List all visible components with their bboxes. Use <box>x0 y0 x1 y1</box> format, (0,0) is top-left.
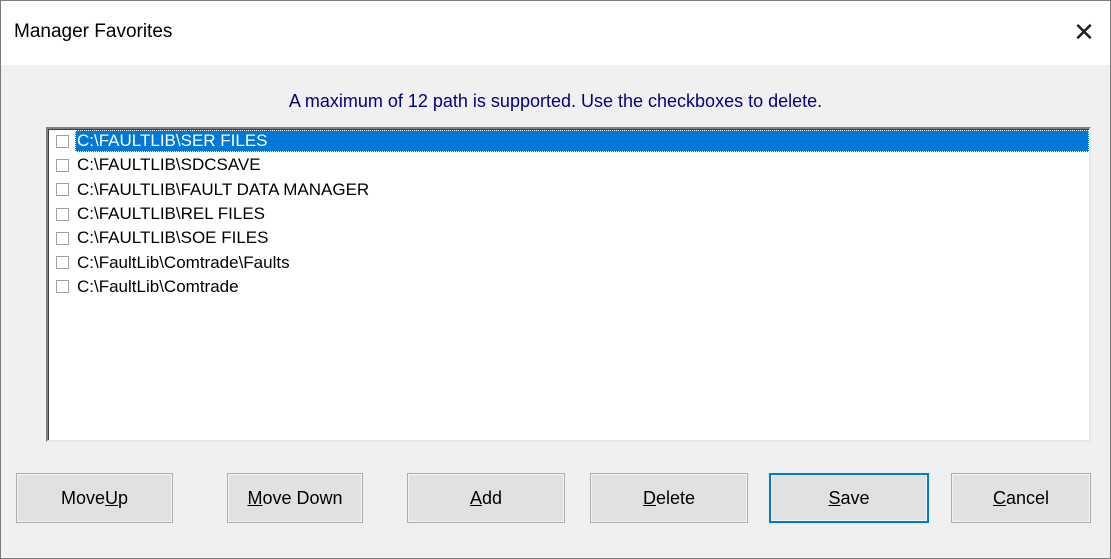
list-item[interactable]: C:\FAULTLIB\SOE FILES <box>48 226 1089 250</box>
delete-button[interactable]: Delete <box>590 473 748 523</box>
list-item[interactable]: C:\FaultLib\Comtrade\Faults <box>48 250 1089 274</box>
delete-checkbox[interactable] <box>56 183 69 197</box>
delete-checkbox[interactable] <box>56 207 69 221</box>
list-item[interactable]: C:\FAULTLIB\SDCSAVE <box>48 153 1089 177</box>
delete-checkbox[interactable] <box>56 256 69 270</box>
path-label: C:\FaultLib\Comtrade\Faults <box>77 252 290 272</box>
info-message: A maximum of 12 path is supported. Use t… <box>288 91 823 111</box>
list-item[interactable]: C:\FaultLib\Comtrade <box>48 275 1089 299</box>
dialog-body: A maximum of 12 path is supported. Use t… <box>6 65 1105 553</box>
move-up-button[interactable]: Move Up <box>16 473 173 523</box>
path-label: C:\FAULTLIB\SER FILES <box>75 130 1089 153</box>
window-title: Manager Favorites <box>14 21 173 42</box>
title-bar[interactable]: Manager Favorites ✕ <box>1 1 1110 65</box>
list-item[interactable]: C:\FAULTLIB\SER FILES <box>48 129 1089 153</box>
path-label: C:\FAULTLIB\FAULT DATA MANAGER <box>77 179 370 199</box>
list-item[interactable]: C:\FAULTLIB\FAULT DATA MANAGER <box>48 178 1089 202</box>
manager-favorites-dialog: Manager Favorites ✕ A maximum of 12 path… <box>0 0 1111 559</box>
delete-checkbox[interactable] <box>56 231 69 245</box>
delete-checkbox[interactable] <box>56 134 69 148</box>
cancel-button[interactable]: Cancel <box>951 473 1091 523</box>
delete-checkbox[interactable] <box>56 280 69 294</box>
path-label: C:\FAULTLIB\SDCSAVE <box>77 155 261 175</box>
save-button[interactable]: Save <box>769 473 929 523</box>
path-label: C:\FAULTLIB\REL FILES <box>77 204 266 224</box>
delete-checkbox[interactable] <box>56 158 69 172</box>
close-icon[interactable]: ✕ <box>1058 1 1110 65</box>
favorites-list[interactable]: C:\FAULTLIB\SER FILES C:\FAULTLIB\SDCSAV… <box>46 127 1091 442</box>
list-item[interactable]: C:\FAULTLIB\REL FILES <box>48 202 1089 226</box>
path-label: C:\FaultLib\Comtrade <box>77 276 239 296</box>
move-down-button[interactable]: Move Down <box>227 473 363 523</box>
add-button[interactable]: Add <box>407 473 565 523</box>
path-label: C:\FAULTLIB\SOE FILES <box>77 228 269 248</box>
